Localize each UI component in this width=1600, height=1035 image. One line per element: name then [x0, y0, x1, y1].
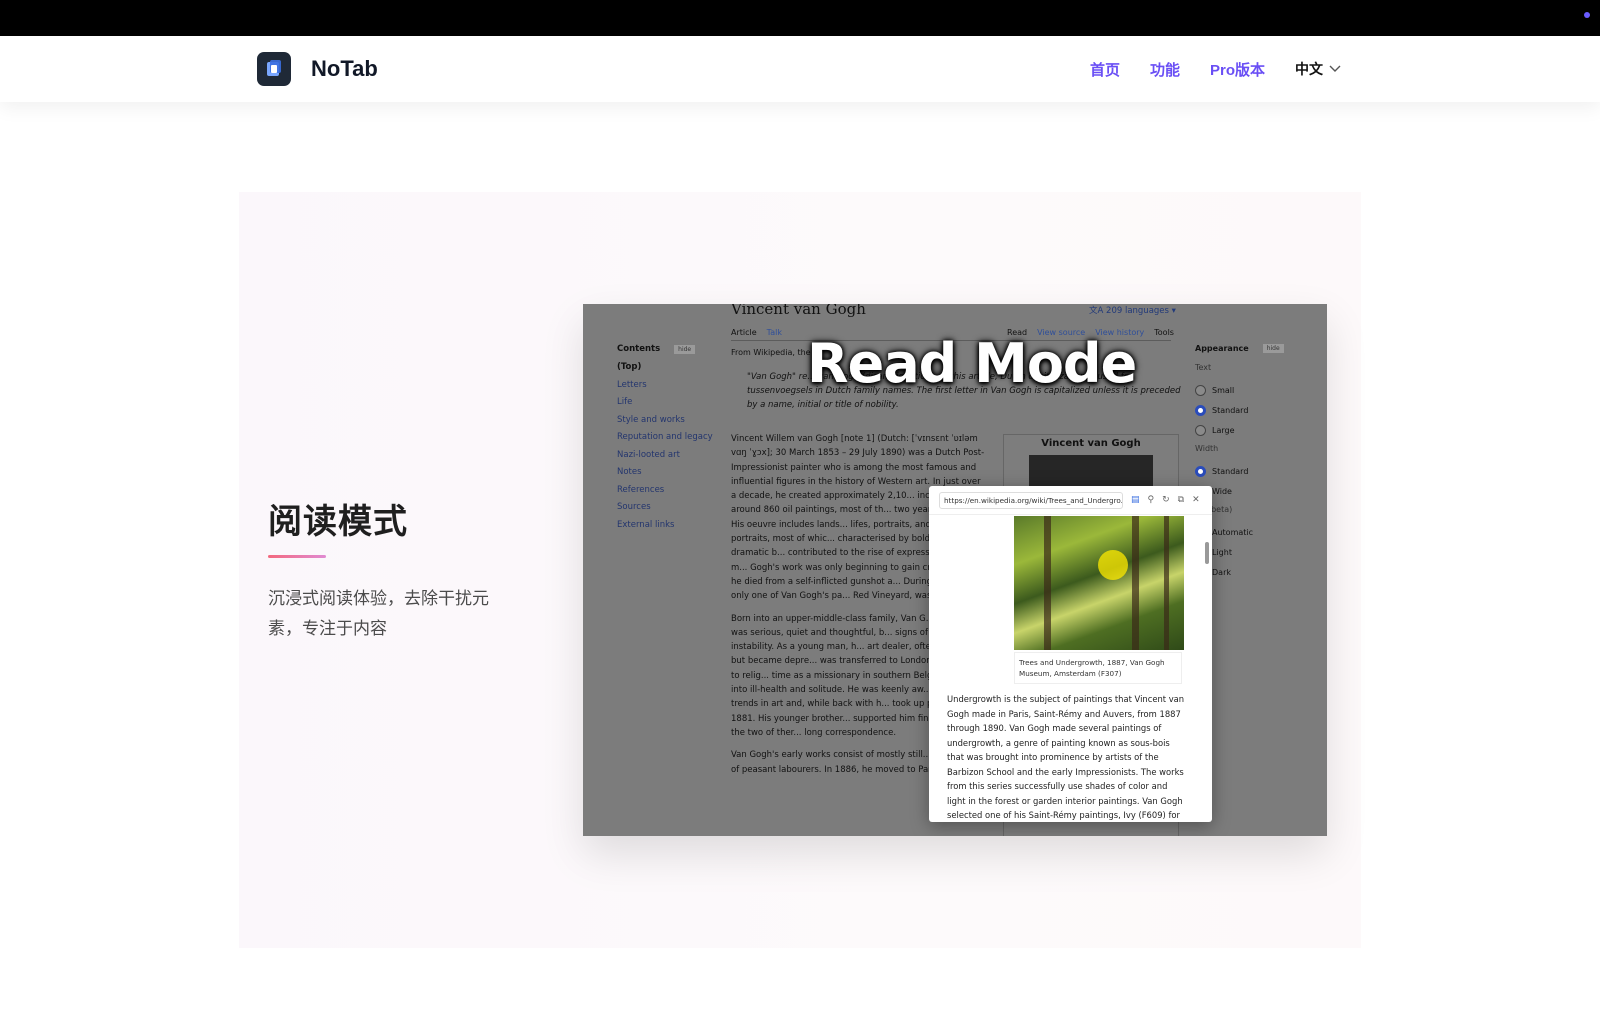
radio-icon [1195, 424, 1206, 436]
close-icon: ✕ [1192, 495, 1200, 505]
radio-selected-icon [1195, 465, 1206, 477]
toc-item: Sources [617, 502, 651, 512]
translate-icon: 文A [1089, 306, 1107, 316]
wiki-tabs-left: Article Talk [731, 328, 782, 337]
toc-item: Life [617, 397, 633, 407]
infobox-title: Vincent van Gogh [1041, 438, 1141, 449]
language-label: 中文 [1295, 61, 1324, 77]
wiki-tab-talk: Talk [766, 328, 782, 337]
radio-selected-icon [1195, 404, 1206, 416]
radio-option: Standard [1195, 400, 1284, 420]
status-dot-icon [1584, 12, 1590, 18]
link-preview-popup: https://en.wikipedia.org/wiki/Trees_and_… [929, 486, 1212, 822]
appearance-hide-button: hide [1262, 344, 1284, 353]
top-black-bar [0, 0, 1600, 36]
radio-option: Small [1195, 380, 1284, 400]
toc-item: References [617, 484, 665, 495]
toc-item: Letters [617, 379, 647, 390]
nav-pro-link[interactable]: Pro版本 [1210, 59, 1265, 80]
tree-trunk [1164, 516, 1169, 650]
popup-url-field: https://en.wikipedia.org/wiki/Trees_and_… [939, 491, 1123, 509]
appearance-width-label: Width [1195, 444, 1219, 453]
toc-item: (Top) [617, 362, 642, 372]
notab-logo-icon [257, 52, 291, 86]
toc-item: Nazi-looted art [617, 449, 680, 460]
chevron-down-icon [1329, 65, 1341, 72]
pin-icon: ⚲ [1147, 495, 1155, 505]
feature-description: 沉浸式阅读体验，去除干扰元素，专注于内容 [268, 589, 489, 638]
toc-heading: Contents [617, 344, 661, 354]
radio-option: Standard [1195, 461, 1284, 481]
wiki-languages: 文A 209 languages ▾ [1089, 306, 1176, 316]
toc-item: Reputation and legacy [617, 432, 713, 442]
cursor-highlight-icon [1098, 550, 1128, 580]
wiki-tab-article: Article [731, 328, 757, 337]
popup-actions: ▤ ⚲ ↻ ⧉ ✕ [1131, 495, 1200, 505]
tree-trunk [1132, 516, 1139, 650]
read-mode-demo-screenshot: Vincent van Gogh 文A 209 languages ▾ Arti… [583, 304, 1327, 836]
reader-icon: ▤ [1131, 495, 1140, 505]
title-underline [268, 555, 326, 558]
refresh-icon: ↻ [1162, 495, 1170, 505]
painting-image [1014, 516, 1184, 650]
feature-title: 阅读模式 [268, 503, 408, 541]
toc-item: External links [617, 519, 675, 530]
nav-links: 首页 功能 Pro版本 中文 [1090, 36, 1341, 102]
wiki-from-line: From Wikipedia, the [731, 348, 811, 357]
read-mode-banner: Read Mode [807, 332, 1137, 395]
popup-toolbar: https://en.wikipedia.org/wiki/Trees_and_… [929, 486, 1212, 515]
toc-hide-button: hide [674, 344, 696, 354]
wiki-table-of-contents: Contents hide (Top) Letters Life Style an… [617, 344, 713, 537]
nav-home-link[interactable]: 首页 [1090, 59, 1120, 80]
brand-name: NoTab [311, 56, 378, 81]
open-external-icon: ⧉ [1177, 495, 1185, 505]
appearance-heading: Appearance [1195, 344, 1249, 353]
popup-scrollbar-thumb [1205, 542, 1209, 564]
toc-item: Style and works [617, 414, 685, 425]
toc-item: Notes [617, 467, 642, 477]
tree-trunk [1044, 516, 1051, 650]
wiki-article-title: Vincent van Gogh [731, 304, 866, 318]
painting-caption: Trees and Undergrowth, 1887, Van Gogh Mu… [1014, 652, 1182, 684]
nav-features-link[interactable]: 功能 [1150, 59, 1180, 80]
radio-option: Large [1195, 420, 1284, 440]
radio-icon [1195, 384, 1206, 396]
appearance-text-label: Text [1195, 363, 1212, 372]
brand[interactable]: NoTab [257, 52, 378, 86]
language-selector[interactable]: 中文 [1295, 59, 1341, 79]
wiki-tab-tools: Tools [1154, 328, 1174, 337]
site-header: NoTab 首页 功能 Pro版本 中文 [0, 36, 1600, 102]
popup-article-text: Undergrowth is the subject of paintings … [947, 694, 1185, 820]
